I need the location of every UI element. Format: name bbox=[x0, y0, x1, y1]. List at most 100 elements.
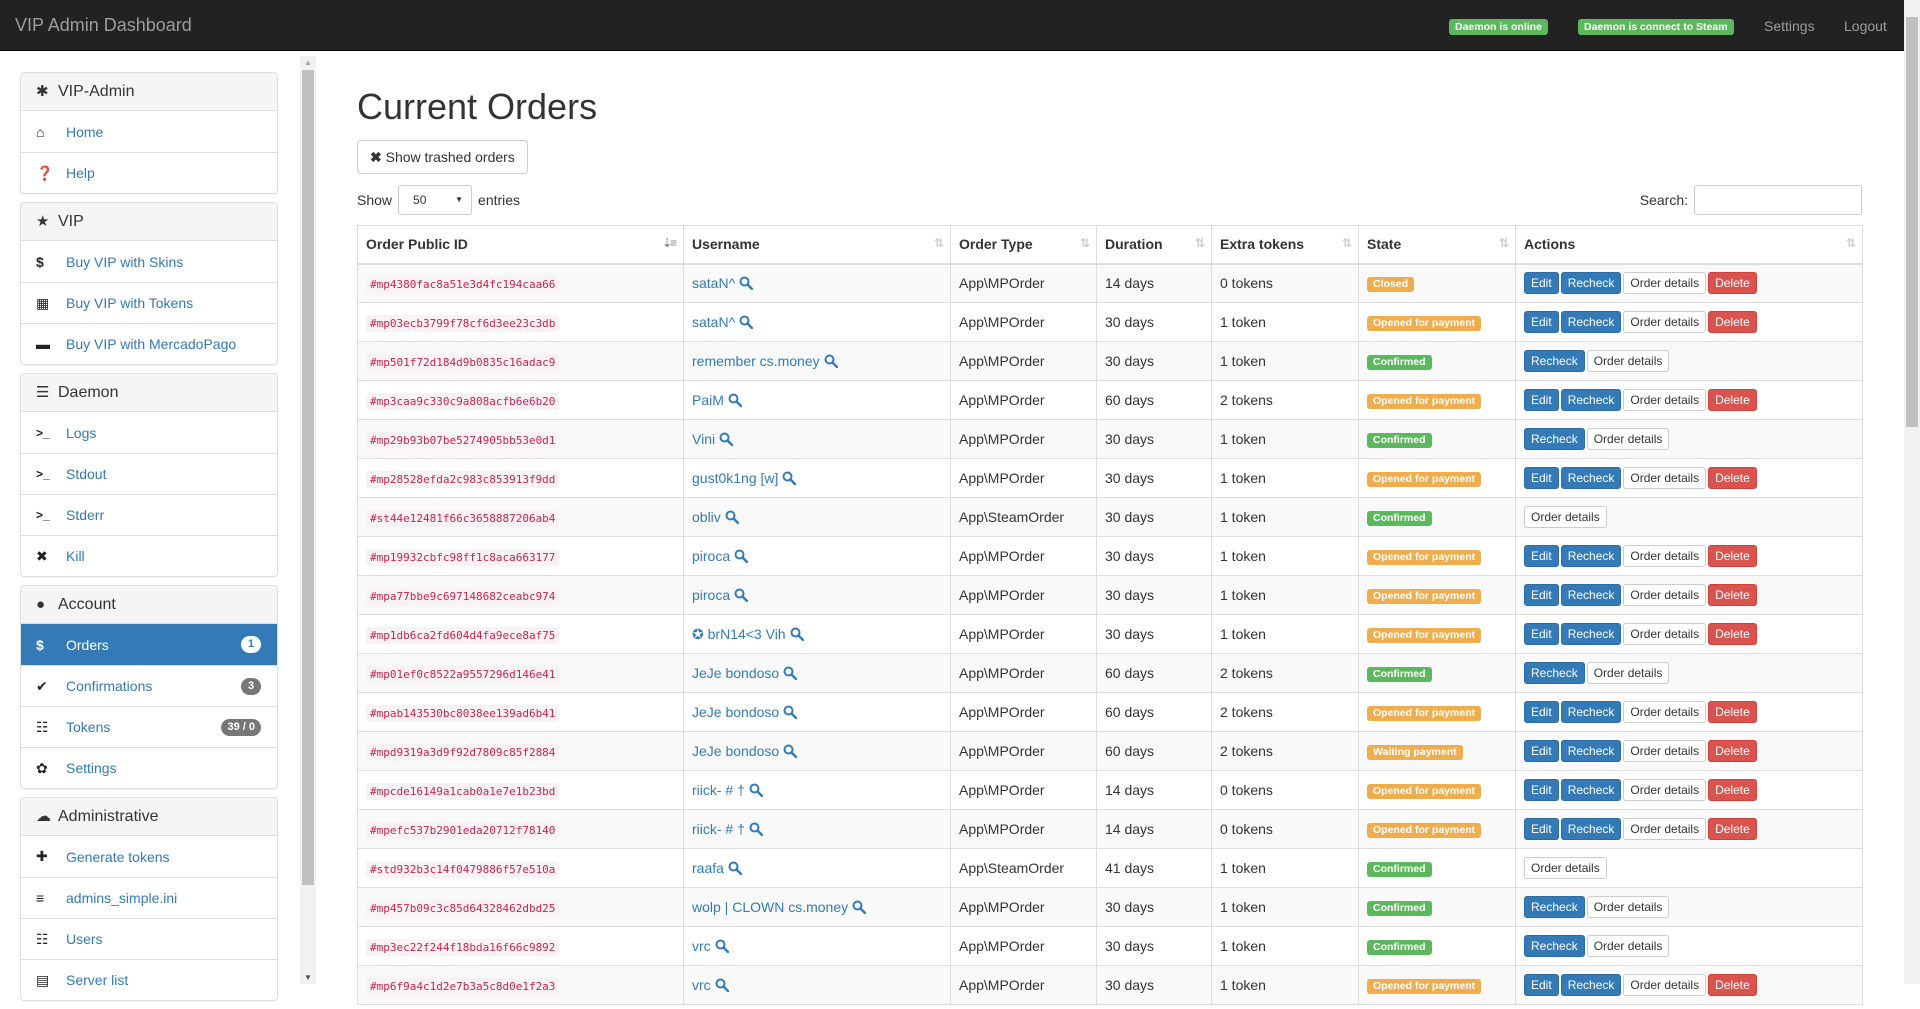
sidebar-scrollbar[interactable]: ▲ ▼ bbox=[300, 56, 316, 984]
sidebar-item-admins-simple-ini[interactable]: ≡ admins_simple.ini bbox=[21, 877, 277, 918]
search-icon[interactable] bbox=[725, 510, 739, 525]
recheck-button[interactable]: Recheck bbox=[1560, 623, 1622, 645]
search-icon[interactable] bbox=[783, 744, 798, 759]
delete-button[interactable]: Delete bbox=[1708, 545, 1757, 567]
edit-button[interactable]: Edit bbox=[1524, 623, 1559, 645]
sidebar-item-orders[interactable]: $ Orders 1 bbox=[21, 624, 277, 665]
username-link[interactable]: raafa bbox=[692, 860, 724, 876]
username-link[interactable]: JeJe bondoso bbox=[692, 665, 779, 681]
edit-button[interactable]: Edit bbox=[1524, 584, 1559, 606]
search-icon[interactable] bbox=[783, 705, 798, 720]
order-details-button[interactable]: Order details bbox=[1623, 467, 1707, 489]
delete-button[interactable]: Delete bbox=[1708, 272, 1757, 295]
order-details-button[interactable]: Order details bbox=[1623, 818, 1707, 840]
nav-logout-link[interactable]: Logout bbox=[1844, 17, 1887, 35]
order-details-button[interactable]: Order details bbox=[1623, 974, 1707, 996]
edit-button[interactable]: Edit bbox=[1524, 545, 1559, 567]
delete-button[interactable]: Delete bbox=[1708, 779, 1757, 801]
username-link[interactable]: JeJe bondoso bbox=[692, 704, 779, 720]
order-details-button[interactable]: Order details bbox=[1586, 350, 1670, 372]
order-details-button[interactable]: Order details bbox=[1524, 857, 1607, 879]
recheck-button[interactable]: Recheck bbox=[1560, 467, 1622, 489]
order-details-button[interactable]: Order details bbox=[1623, 311, 1707, 333]
order-details-button[interactable]: Order details bbox=[1623, 584, 1707, 606]
column-header-actions[interactable]: Actions ⇅ bbox=[1515, 225, 1863, 265]
username-link[interactable]: sataN^ bbox=[692, 314, 735, 330]
search-input[interactable] bbox=[1694, 185, 1862, 215]
edit-button[interactable]: Edit bbox=[1524, 467, 1559, 489]
column-header-order-type[interactable]: Order Type ⇅ bbox=[950, 225, 1097, 265]
recheck-button[interactable]: Recheck bbox=[1560, 701, 1622, 723]
search-icon[interactable] bbox=[734, 549, 749, 564]
sidebar-item-confirmations[interactable]: ✔ Confirmations 3 bbox=[21, 665, 277, 706]
delete-button[interactable]: Delete bbox=[1708, 389, 1757, 411]
sidebar-item-stderr[interactable]: >_ Stderr bbox=[21, 494, 277, 535]
column-header-username[interactable]: Username ⇅ bbox=[683, 225, 951, 265]
recheck-button[interactable]: Recheck bbox=[1524, 935, 1585, 957]
column-header-state[interactable]: State ⇅ bbox=[1358, 225, 1516, 265]
search-icon[interactable] bbox=[734, 588, 749, 603]
delete-button[interactable]: Delete bbox=[1708, 311, 1757, 333]
recheck-button[interactable]: Recheck bbox=[1560, 740, 1622, 762]
recheck-button[interactable]: Recheck bbox=[1524, 896, 1585, 918]
sidebar-item-buy-vip-with-tokens[interactable]: ▦ Buy VIP with Tokens bbox=[21, 282, 277, 323]
sidebar-item-stdout[interactable]: >_ Stdout bbox=[21, 453, 277, 494]
show-trashed-button[interactable]: ✖ Show trashed orders bbox=[357, 140, 528, 174]
recheck-button[interactable]: Recheck bbox=[1524, 428, 1585, 450]
column-header-duration[interactable]: Duration ⇅ bbox=[1096, 225, 1212, 265]
sidebar-item-settings[interactable]: ✿ Settings bbox=[21, 747, 277, 788]
sidebar-item-home[interactable]: ⌂ Home bbox=[21, 111, 277, 152]
search-icon[interactable] bbox=[739, 315, 754, 330]
search-icon[interactable] bbox=[790, 627, 804, 641]
recheck-button[interactable]: Recheck bbox=[1560, 974, 1622, 996]
username-link[interactable]: obliv bbox=[692, 509, 721, 525]
recheck-button[interactable]: Recheck bbox=[1560, 545, 1622, 567]
search-icon[interactable] bbox=[783, 666, 798, 681]
order-details-button[interactable]: Order details bbox=[1623, 272, 1707, 295]
order-details-button[interactable]: Order details bbox=[1623, 740, 1707, 762]
search-icon[interactable] bbox=[728, 393, 743, 408]
delete-button[interactable]: Delete bbox=[1708, 740, 1757, 762]
search-icon[interactable] bbox=[749, 783, 764, 798]
recheck-button[interactable]: Recheck bbox=[1560, 584, 1622, 606]
recheck-button[interactable]: Recheck bbox=[1560, 389, 1622, 411]
edit-button[interactable]: Edit bbox=[1524, 272, 1559, 295]
username-link[interactable]: gust0k1ng [w] bbox=[692, 470, 778, 486]
delete-button[interactable]: Delete bbox=[1708, 623, 1757, 645]
edit-button[interactable]: Edit bbox=[1524, 974, 1559, 996]
sidebar-item-logs[interactable]: >_ Logs bbox=[21, 412, 277, 453]
sidebar-item-users[interactable]: ☷ Users bbox=[21, 918, 277, 959]
delete-button[interactable]: Delete bbox=[1708, 584, 1757, 606]
recheck-button[interactable]: Recheck bbox=[1560, 779, 1622, 801]
search-icon[interactable] bbox=[715, 978, 729, 993]
sidebar-item-tokens[interactable]: ☷ Tokens 39 / 0 bbox=[21, 706, 277, 747]
username-link[interactable]: piroca bbox=[692, 587, 730, 603]
recheck-button[interactable]: Recheck bbox=[1524, 350, 1585, 372]
order-details-button[interactable]: Order details bbox=[1586, 662, 1670, 684]
delete-button[interactable]: Delete bbox=[1708, 467, 1757, 489]
edit-button[interactable]: Edit bbox=[1524, 311, 1559, 333]
search-icon[interactable] bbox=[739, 276, 754, 291]
search-icon[interactable] bbox=[824, 354, 838, 369]
username-link[interactable]: PaiM bbox=[692, 392, 724, 408]
order-details-button[interactable]: Order details bbox=[1623, 623, 1707, 645]
order-details-button[interactable]: Order details bbox=[1586, 896, 1670, 918]
recheck-button[interactable]: Recheck bbox=[1560, 311, 1622, 333]
search-icon[interactable] bbox=[728, 861, 743, 876]
search-icon[interactable] bbox=[749, 822, 764, 837]
scrollbar-thumb[interactable] bbox=[302, 70, 314, 885]
sidebar-item-buy-vip-with-skins[interactable]: $ Buy VIP with Skins bbox=[21, 241, 277, 282]
username-link[interactable]: vrc bbox=[692, 977, 711, 993]
sidebar-item-kill[interactable]: ✖ Kill bbox=[21, 535, 277, 576]
sidebar-item-help[interactable]: ❓ Help bbox=[21, 152, 277, 193]
search-icon[interactable] bbox=[852, 900, 867, 915]
order-details-button[interactable]: Order details bbox=[1623, 701, 1707, 723]
search-icon[interactable] bbox=[782, 471, 797, 486]
scroll-up-arrow-icon[interactable]: ▲ bbox=[304, 58, 312, 67]
order-details-button[interactable]: Order details bbox=[1524, 506, 1607, 528]
sidebar-item-buy-vip-with-mercadopago[interactable]: ▬ Buy VIP with MercadoPago bbox=[21, 323, 277, 364]
search-icon[interactable] bbox=[719, 432, 734, 447]
entries-select[interactable]: 50 ▼ bbox=[398, 185, 473, 215]
username-link[interactable]: Vini bbox=[692, 431, 715, 447]
order-details-button[interactable]: Order details bbox=[1623, 545, 1707, 567]
